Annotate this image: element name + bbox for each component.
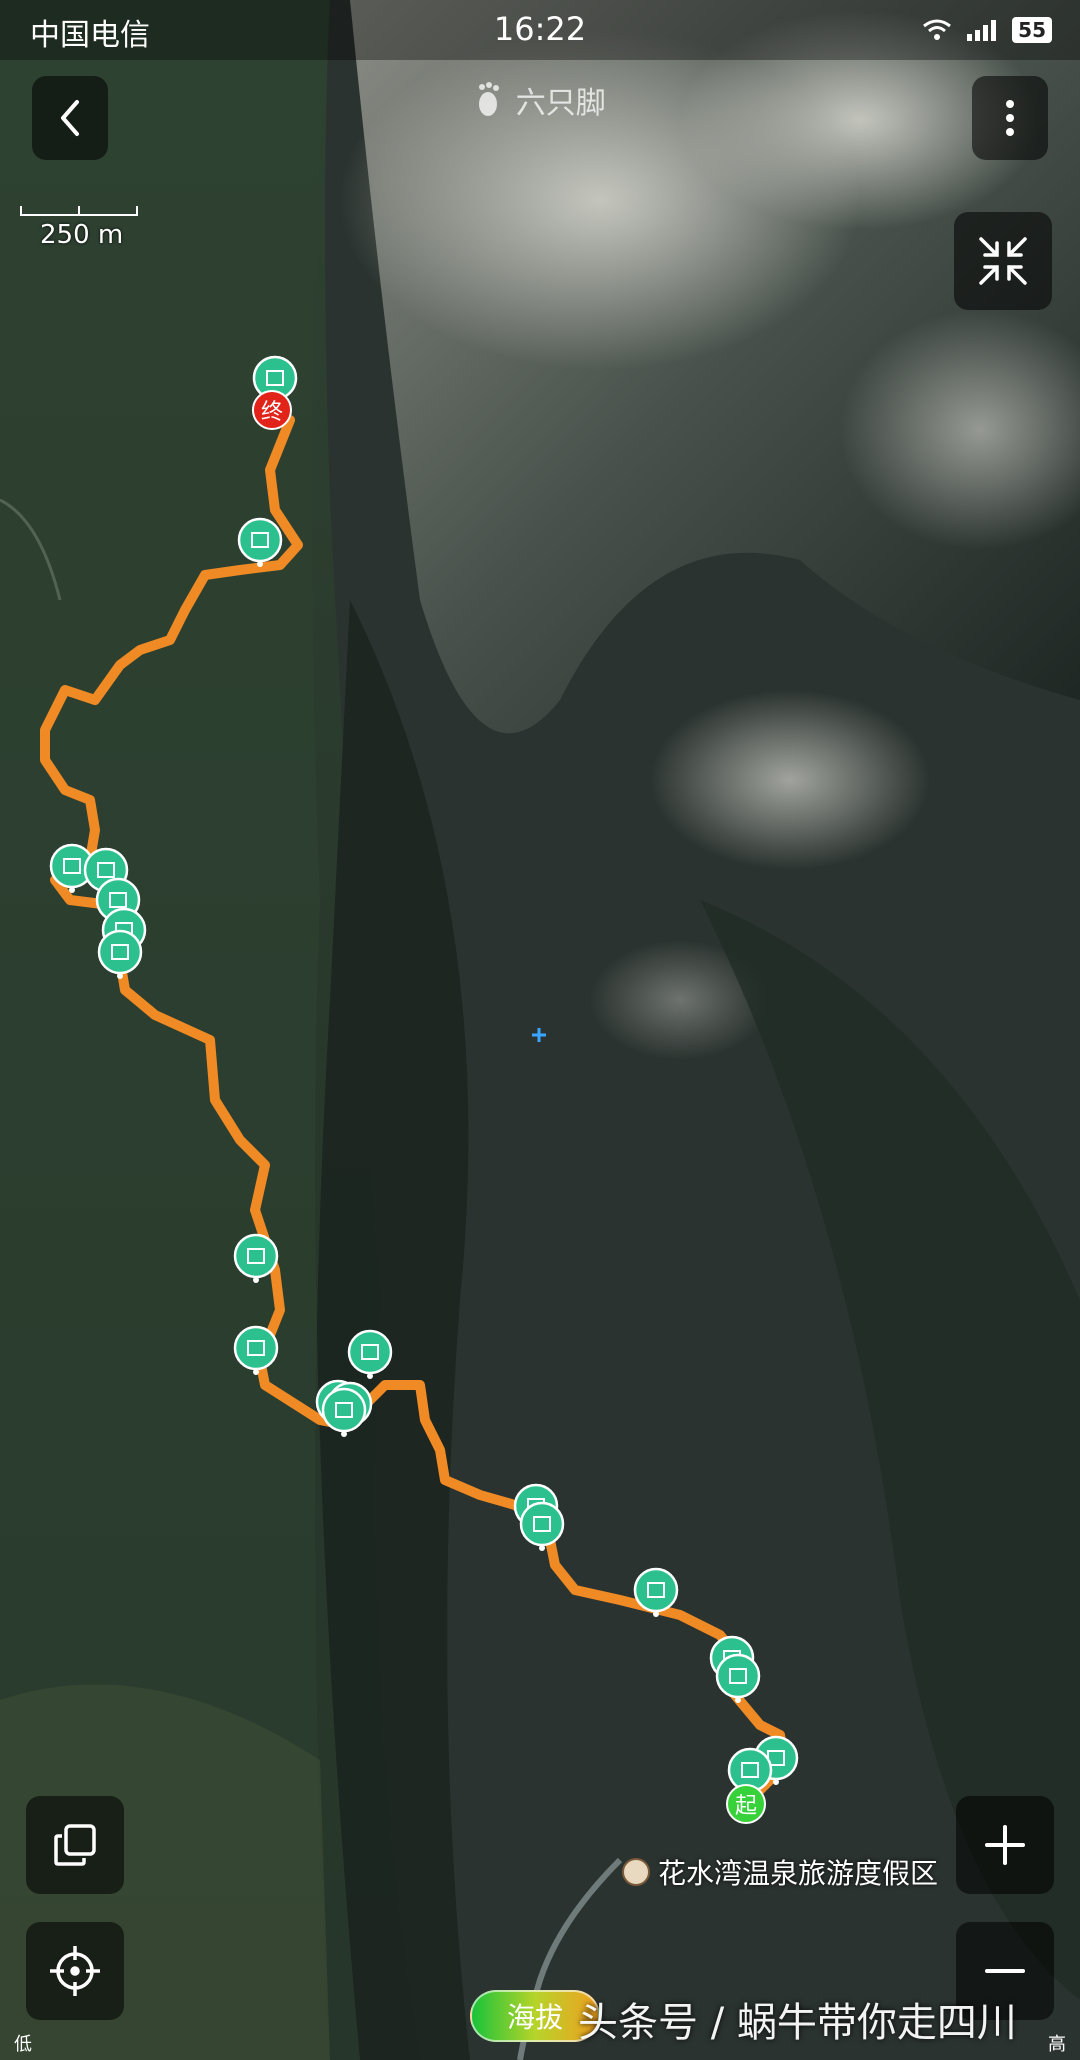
locate-button[interactable] <box>26 1922 124 2020</box>
footprint-icon <box>479 82 500 116</box>
hot-spring-icon <box>622 1858 650 1886</box>
scale-label: 250 m <box>40 220 124 250</box>
brand-name: 六只脚 <box>515 86 606 121</box>
wifi-icon <box>923 19 952 40</box>
elevation-low-label: 低 <box>14 2034 32 2055</box>
scale-line <box>20 206 138 216</box>
plus-icon <box>985 1825 1025 1865</box>
chevron-left-icon <box>61 100 79 136</box>
elevation-label: 海拔 <box>506 2001 563 2034</box>
status-icons: 55 <box>922 14 1052 46</box>
end-marker[interactable]: 终 <box>252 390 292 430</box>
more-options-button[interactable] <box>972 76 1048 160</box>
watermark: 头条号 / 蜗牛带你走四川 <box>578 2000 1017 2046</box>
poi-label[interactable]: 花水湾温泉旅游度假区 <box>622 1852 938 1892</box>
back-button[interactable] <box>32 76 108 160</box>
zoom-in-button[interactable] <box>956 1796 1054 1894</box>
signal-icon <box>967 20 997 41</box>
start-marker[interactable]: 起 <box>726 1784 766 1824</box>
layers-button[interactable] <box>26 1796 124 1894</box>
start-marker-label: 起 <box>735 1794 757 1819</box>
collapse-button[interactable] <box>954 212 1052 310</box>
satellite-map[interactable]: 终 起 <box>0 0 1080 2060</box>
battery-indicator: 55 <box>1012 17 1052 43</box>
app-brand: 六只脚 <box>0 78 1080 122</box>
collapse-icon <box>979 237 1027 285</box>
clock: 16:22 <box>493 10 587 48</box>
more-vertical-icon <box>1006 100 1014 136</box>
elevation-high-label: 高 <box>1048 2034 1066 2055</box>
end-marker-label: 终 <box>261 400 283 425</box>
minus-icon <box>985 1969 1025 1973</box>
locate-crosshair-icon <box>50 1946 100 1996</box>
poi-name: 花水湾温泉旅游度假区 <box>658 1857 939 1890</box>
status-bar: 中国电信 16:22 55 <box>0 0 1080 60</box>
scale-bar: 250 m <box>20 206 140 250</box>
layers-copy-icon <box>54 1824 96 1866</box>
